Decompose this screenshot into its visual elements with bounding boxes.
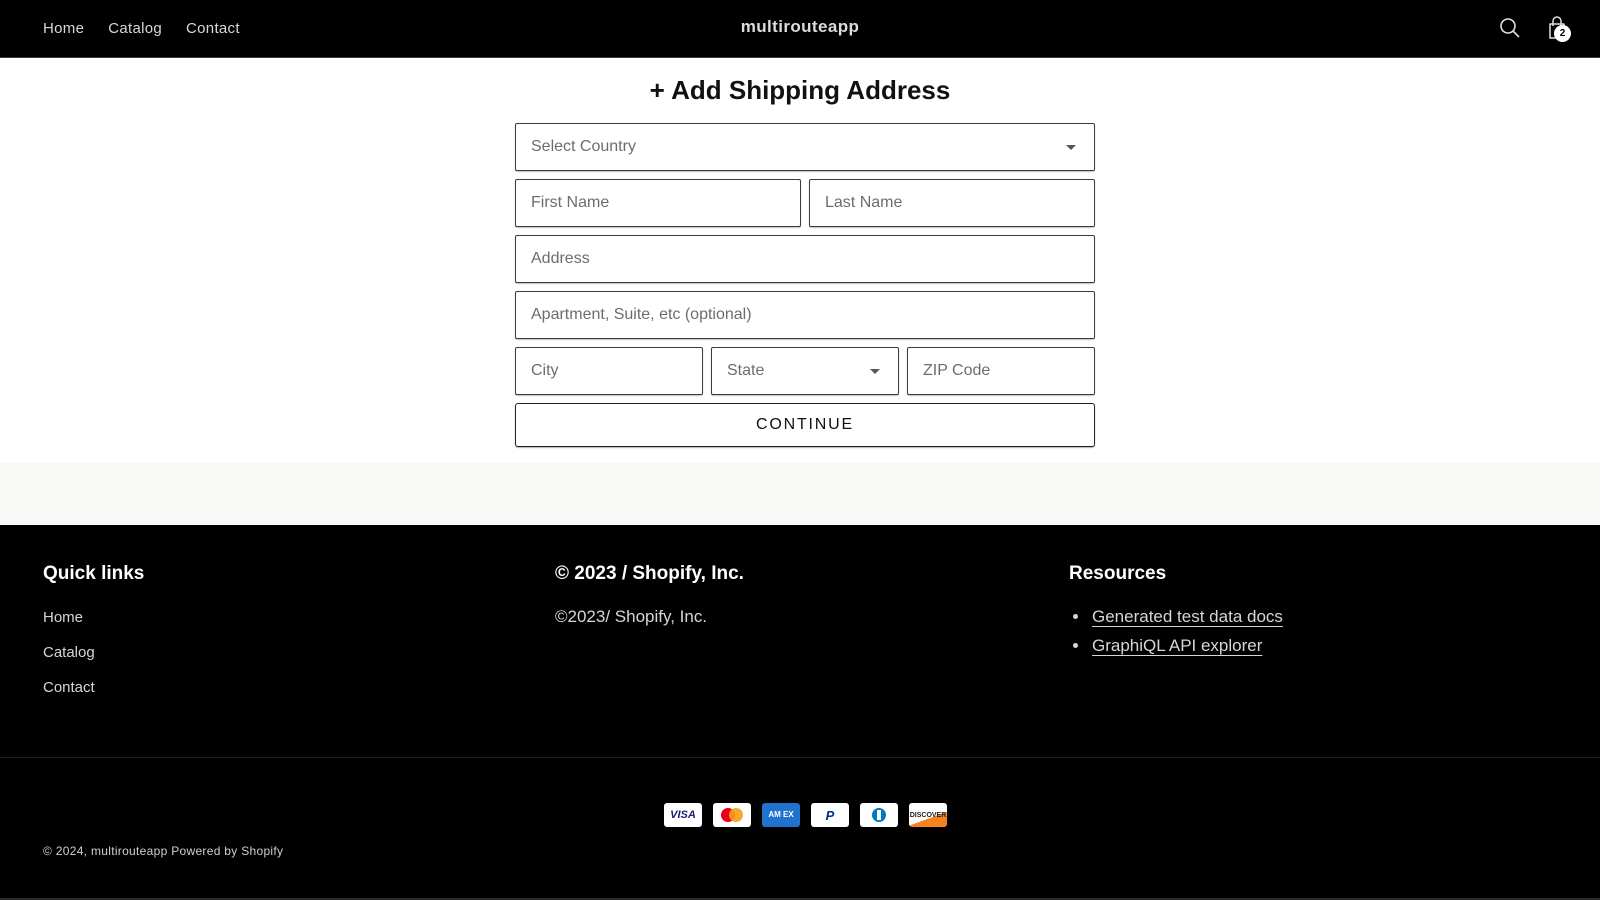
list-item: Home	[43, 609, 95, 644]
cart-count-badge: 2	[1554, 25, 1571, 42]
about-text: ©2023/ Shopify, Inc.	[555, 607, 708, 626]
list-item: Catalog	[43, 644, 95, 679]
store-name-link[interactable]: multirouteapp	[91, 844, 168, 858]
site-header: Home Catalog Contact multirouteapp 2	[0, 0, 1600, 58]
amex-icon: AM EX	[762, 803, 800, 827]
paypal-icon: P	[811, 803, 849, 827]
resources-list: Generated test data docs GraphiQL API ex…	[1090, 607, 1283, 665]
last-name-field-wrapper	[809, 179, 1095, 227]
copyright: © 2024, multirouteapp Powered by Shopify	[43, 844, 283, 858]
list-item: Contact	[43, 679, 95, 714]
page-title: + Add Shipping Address	[649, 75, 951, 105]
city-input[interactable]	[516, 348, 702, 394]
address-input[interactable]	[516, 236, 1094, 282]
quick-links-heading: Quick links	[43, 563, 145, 584]
chevron-down-icon	[870, 369, 880, 374]
generated-test-data-docs-link[interactable]: Generated test data docs	[1092, 607, 1283, 626]
address-field-wrapper	[515, 235, 1095, 283]
zip-field-wrapper	[907, 347, 1095, 395]
state-select-label: State	[727, 362, 765, 379]
list-item: Generated test data docs	[1090, 607, 1283, 636]
discover-icon: DISCOVER	[909, 803, 947, 827]
country-select-label: Select Country	[531, 138, 636, 155]
state-select[interactable]: State	[711, 347, 899, 395]
continue-button[interactable]: CONTINUE	[515, 403, 1095, 447]
city-field-wrapper	[515, 347, 703, 395]
chevron-down-icon	[1066, 145, 1076, 150]
section-spacer	[0, 463, 1600, 525]
powered-by-shopify-link[interactable]: Powered by Shopify	[171, 844, 283, 858]
apartment-field-wrapper	[515, 291, 1095, 339]
footer-contact-link[interactable]: Contact	[43, 679, 95, 696]
shipping-address-section: + Add Shipping Address Select Country St…	[0, 58, 1600, 463]
payment-methods: VISA AM EX P DISCOVER	[664, 803, 947, 827]
graphiql-api-explorer-link[interactable]: GraphiQL API explorer	[1092, 636, 1262, 655]
mastercard-icon	[713, 803, 751, 827]
footer-catalog-link[interactable]: Catalog	[43, 644, 95, 661]
copyright-prefix: © 2024,	[43, 844, 91, 858]
apartment-input[interactable]	[516, 292, 1094, 338]
search-icon[interactable]	[1496, 14, 1524, 42]
list-item: GraphiQL API explorer	[1090, 636, 1283, 665]
site-footer: Quick links Home Catalog Contact © 2023 …	[0, 525, 1600, 900]
first-name-input[interactable]	[516, 180, 800, 226]
visa-icon: VISA	[664, 803, 702, 827]
footer-divider	[0, 757, 1600, 758]
store-logo-link[interactable]: multirouteapp	[741, 17, 860, 36]
country-select[interactable]: Select Country	[515, 123, 1095, 171]
footer-home-link[interactable]: Home	[43, 609, 83, 626]
zip-code-input[interactable]	[908, 348, 1094, 394]
quick-links-list: Home Catalog Contact	[43, 609, 95, 714]
about-heading: © 2023 / Shopify, Inc.	[555, 563, 744, 584]
first-name-field-wrapper	[515, 179, 801, 227]
diners-club-icon	[860, 803, 898, 827]
last-name-input[interactable]	[810, 180, 1094, 226]
brand-container: multirouteapp	[0, 17, 1600, 37]
resources-heading: Resources	[1069, 563, 1167, 584]
